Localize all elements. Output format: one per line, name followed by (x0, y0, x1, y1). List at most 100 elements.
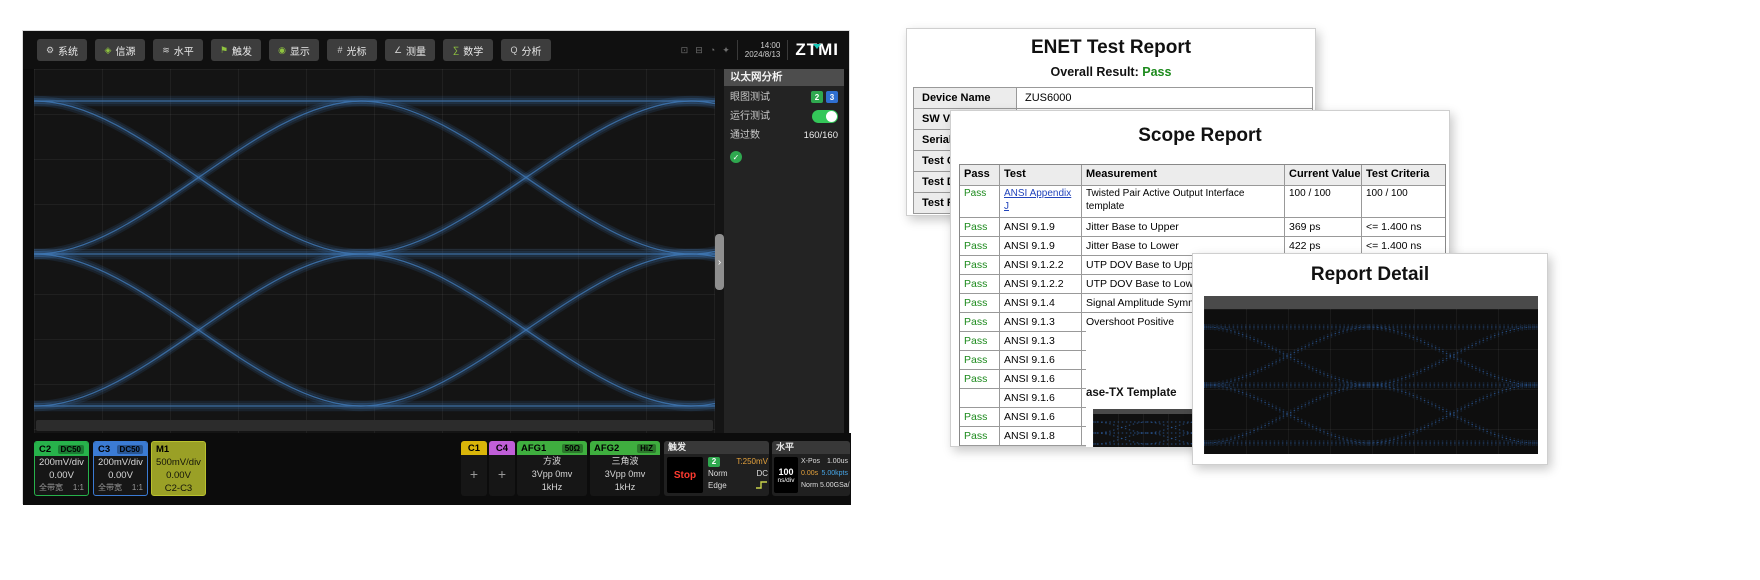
wave-amplitude: 3Vpp 0mv (590, 468, 660, 481)
wave-amplitude: 3Vpp 0mv (517, 468, 587, 481)
column-header: Current Value (1285, 165, 1362, 185)
timebase-unit: ns/div (778, 477, 795, 484)
cell-test: ANSI 9.1.9 (1000, 218, 1082, 236)
channel-label: C2 (39, 444, 51, 455)
horizontal-icon: ≋ (162, 45, 170, 56)
trigger-type: Edge (708, 480, 728, 492)
trigger-coupling: DC (730, 468, 768, 480)
oscilloscope-window: ⚙系统 ◈信源 ≋水平 ⚑触发 ◉显示 #光标 ∠测量 ∑数学 Q分析 ⊡ ⊟ … (22, 30, 850, 504)
report-detail-title: Report Detail (1193, 264, 1547, 286)
status-icon-3[interactable]: ◔ (710, 45, 715, 55)
channel-offset: 0.00V (152, 469, 205, 482)
enet-report-title: ENET Test Report (907, 37, 1315, 59)
edge-slope-icon (730, 480, 768, 494)
cell-test: ANSI 9.1.4 (1000, 294, 1082, 312)
channel-bandwidth: 全带宽 (39, 482, 63, 494)
horizontal-mode: Norm (801, 480, 820, 492)
channel-scale: 200mV/div (35, 456, 88, 469)
probe-ratio: 1:1 (73, 482, 84, 494)
channel-box-c2[interactable]: C2DC50 200mV/div 0.00V 全带宽1:1 (34, 441, 89, 496)
toolbar-button-source[interactable]: ◈信源 (95, 39, 145, 61)
cell-measurement: Jitter Base to Upper (1082, 218, 1285, 236)
row-label: Device Name (914, 88, 1017, 108)
toolbar-button-display[interactable]: ◉显示 (269, 39, 319, 61)
status-icon-1[interactable]: ⊡ (681, 45, 689, 56)
toolbar-button-analysis[interactable]: Q分析 (501, 39, 551, 61)
page: ⚙系统 ◈信源 ≋水平 ⚑触发 ◉显示 #光标 ∠测量 ∑数学 Q分析 ⊡ ⊟ … (0, 0, 1760, 580)
source-icon: ◈ (105, 45, 112, 56)
status-icon-2[interactable]: ⊟ (695, 45, 703, 56)
test-link[interactable]: ANSI Appendix J (1004, 188, 1071, 212)
report-detail-eye-image (1204, 296, 1538, 454)
cell-pass: Pass (960, 294, 1000, 312)
clock-time: 14:00 (745, 41, 781, 50)
afg1-box[interactable]: AFG150Ω 方波 3Vpp 0mv 1kHz (517, 441, 587, 496)
channel-box-c4[interactable]: C4 + (489, 441, 515, 496)
badge-2[interactable]: 2 (811, 91, 823, 103)
toolbar-button-trigger[interactable]: ⚑触发 (211, 39, 261, 61)
template-section: ase-TX Template (1086, 328, 1193, 447)
channel-box-c3[interactable]: C3DC50 200mV/div 0.00V 全带宽1:1 (93, 441, 148, 496)
cell-test: ANSI 9.1.9 (1000, 237, 1082, 255)
scope-bottom-bar: C2 DC50 200mV/div 0.00V 全带宽 1:1 C3DC50 200… (23, 433, 851, 505)
cell-measurement: Twisted Pair Active Output Interface tem… (1082, 186, 1285, 217)
cell-pass: Pass (960, 351, 1000, 369)
cell-criteria: 100 / 100 (1362, 186, 1445, 217)
gear-icon: ⚙ (46, 45, 54, 56)
cell-pass: Pass (960, 256, 1000, 274)
afg2-box[interactable]: AFG2HiZ 三角波 3Vpp 0mv 1kHz (590, 441, 660, 496)
button-label: 测量 (406, 43, 426, 58)
cell-test: ANSI 9.1.6 (1000, 408, 1082, 426)
template-caption: ase-TX Template (1086, 387, 1177, 399)
table-row: Pass ANSI Appendix J Twisted Pair Active… (960, 186, 1445, 218)
math-icon: ∑ (453, 45, 459, 55)
toolbar-button-math[interactable]: ∑数学 (443, 39, 493, 61)
cell-pass: Pass (960, 275, 1000, 293)
wave-frequency: 1kHz (517, 481, 587, 494)
toolbar-button-cursor[interactable]: #光标 (327, 39, 377, 61)
waveform-scrollbar[interactable] (36, 420, 713, 431)
cell-pass: Pass (960, 408, 1000, 426)
badge-3[interactable]: 3 (826, 91, 838, 103)
channel-label: M1 (156, 444, 169, 455)
toolbar-button-measure[interactable]: ∠测量 (385, 39, 435, 61)
coupling-badge: DC50 (117, 445, 143, 454)
channel-box-m1[interactable]: M1 500mV/div 0.00V C2-C3 (151, 441, 206, 496)
image-top-bar (1204, 296, 1538, 309)
run-test-toggle[interactable] (812, 110, 838, 123)
channel-box-c1[interactable]: C1 + (461, 441, 487, 496)
impedance-badge: HiZ (637, 444, 656, 453)
run-test-label: 运行测试 (730, 111, 770, 122)
display-icon: ◉ (278, 45, 286, 56)
toolbar-button-horizontal[interactable]: ≋水平 (153, 39, 203, 61)
wave-frequency: 1kHz (590, 481, 660, 494)
horizontal-section[interactable]: 水平 100 ns/div X-Pos 0.00s Norm 1.00us 5.… (772, 441, 850, 496)
channel-label: C1 (468, 443, 480, 454)
panel-collapse-handle[interactable]: › (715, 234, 724, 290)
divider (787, 40, 788, 60)
cell-pass: Pass (960, 332, 1000, 350)
coupling-badge: DC50 (58, 445, 84, 454)
cell-pass: Pass (960, 370, 1000, 388)
toolbar-button-system[interactable]: ⚙系统 (37, 39, 87, 61)
afg-label: AFG2 (594, 443, 619, 454)
report-detail-window: Report Detail (1192, 253, 1548, 465)
cell-pass: Pass (960, 427, 1000, 445)
trigger-section[interactable]: 触发 Stop 2 Norm Edge T:250mV DC (664, 441, 769, 496)
table-row: Device NameZUS6000 (914, 88, 1312, 109)
column-header: Measurement (1082, 165, 1285, 185)
run-test-row: 运行测试 (724, 109, 844, 124)
overall-result: Overall Result: Pass (907, 65, 1315, 79)
button-label: 分析 (522, 43, 542, 58)
divider (737, 40, 738, 60)
button-label: 触发 (232, 43, 252, 58)
cell-test: ANSI 9.1.3 (1000, 313, 1082, 331)
status-icon-4[interactable]: ✦ (722, 45, 730, 56)
cell-pass: Pass (960, 186, 1000, 217)
overall-value: Pass (1142, 65, 1171, 79)
sample-rate: 5.00GSa/s (820, 480, 848, 492)
toggle-knob (826, 111, 837, 122)
eye-test-row[interactable]: 眼图测试 2 3 (724, 90, 844, 105)
cell-test: ANSI 9.1.6 (1000, 389, 1082, 407)
scope-toolbar: ⚙系统 ◈信源 ≋水平 ⚑触发 ◉显示 #光标 ∠测量 ∑数学 Q分析 ⊡ ⊟ … (23, 31, 849, 69)
